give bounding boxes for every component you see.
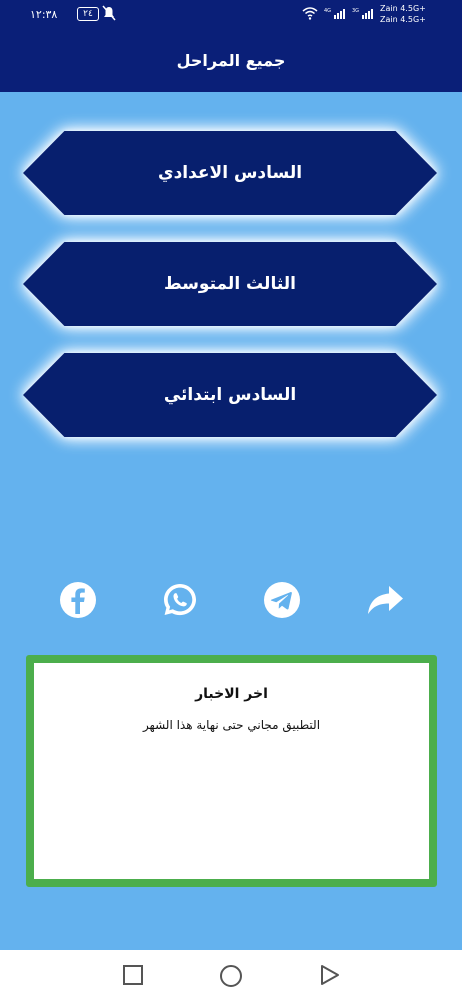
stage-button-label: السادس الاعدادي — [157, 163, 303, 183]
carrier-label-1: Zain 4.5G+ — [380, 4, 426, 13]
stage-button-label: الثالث المتوسط — [164, 274, 296, 294]
back-icon[interactable] — [318, 964, 340, 986]
news-body: التطبيق مجاني حتى نهاية هذا الشهر — [142, 718, 321, 732]
whatsapp-icon[interactable] — [160, 580, 200, 620]
stage-button-label: السادس ابتدائي — [163, 385, 297, 405]
battery-icon: ٢٤ — [77, 7, 99, 21]
stage-button-3rd-intermediate[interactable]: الثالث المتوسط — [23, 242, 437, 326]
facebook-icon[interactable] — [58, 580, 98, 620]
wifi-icon — [302, 7, 318, 20]
recents-icon[interactable] — [122, 964, 144, 986]
news-card: اخر الاخبار التطبيق مجاني حتى نهاية هذا … — [26, 655, 437, 887]
stage-button-6th-primary[interactable]: السادس ابتدائي — [23, 353, 437, 437]
system-nav-bar — [0, 950, 462, 1000]
svg-text:4G: 4G — [324, 8, 331, 14]
share-icon[interactable] — [365, 580, 405, 620]
status-time: ١٢:٣٨ — [30, 8, 58, 21]
stage-button-6th-preparatory[interactable]: السادس الاعدادي — [23, 131, 437, 215]
telegram-icon[interactable] — [262, 580, 302, 620]
status-bar: ١٢:٣٨ ٢٤ 4G 3G Zain 4.5G+ Zain 4.5G+ — [0, 0, 462, 30]
home-icon[interactable] — [219, 964, 242, 987]
page-title: جميع المراحل — [176, 51, 286, 70]
social-links — [0, 580, 462, 624]
mute-icon — [102, 5, 116, 25]
signal-icon-2: 3G — [352, 8, 373, 19]
signal-icon-1: 4G — [324, 8, 345, 19]
carrier-label-2: Zain 4.5G+ — [380, 15, 426, 24]
svg-text:3G: 3G — [352, 8, 359, 14]
app-header: جميع المراحل — [0, 30, 462, 92]
news-title: اخر الاخبار — [195, 686, 268, 702]
